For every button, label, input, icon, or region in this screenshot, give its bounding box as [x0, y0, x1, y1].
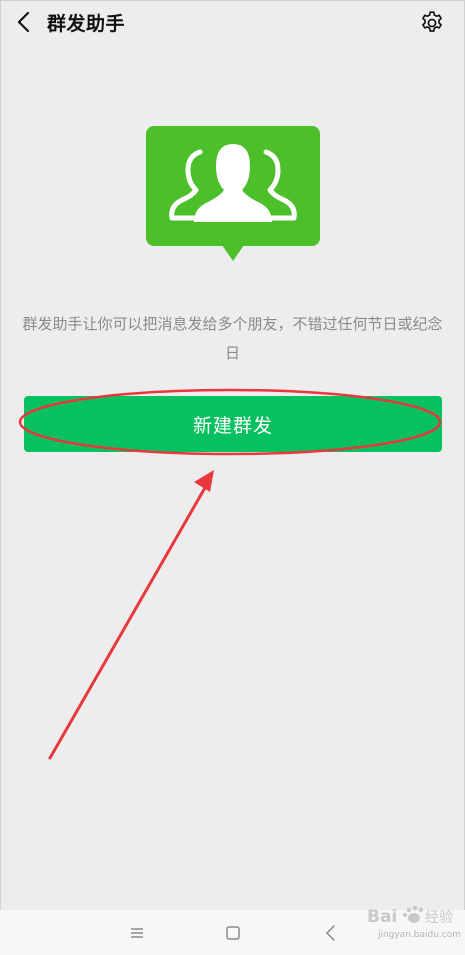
home-button[interactable]: [220, 920, 246, 946]
svg-text:经验: 经验: [425, 910, 453, 926]
gear-icon: [422, 11, 442, 32]
back-button[interactable]: [10, 8, 38, 36]
group-chat-icon: [146, 126, 320, 261]
svg-text:Bai: Bai: [367, 907, 397, 927]
back-chevron-icon: [17, 11, 30, 33]
watermark-url: jingyan.baidu.com: [377, 930, 461, 940]
description-text: 群发助手让你可以把消息发给多个朋友，不错过任何节日或纪念日: [22, 315, 443, 362]
settings-button[interactable]: [418, 9, 446, 37]
nav-back-button[interactable]: [318, 920, 344, 946]
back-icon: [326, 925, 335, 941]
page-title: 群发助手: [47, 13, 126, 35]
menu-icon: [131, 928, 143, 938]
top-bar: 群发助手: [0, 0, 465, 46]
new-broadcast-button[interactable]: 新建群发: [24, 396, 442, 452]
home-icon: [226, 926, 240, 940]
menu-button[interactable]: [124, 920, 150, 946]
